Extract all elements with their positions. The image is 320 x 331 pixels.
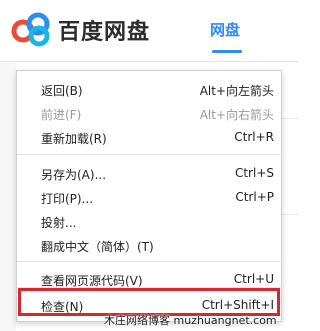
menu-item-shortcut: Alt+向右箭头	[199, 108, 274, 122]
menu-item-save-as[interactable]: 另存为(A)... Ctrl+S	[17, 161, 283, 185]
menu-item-translate[interactable]: 翻成中文（简体）(T)	[17, 233, 283, 257]
app-header: 百度网盘 网盘	[0, 0, 298, 62]
brand-title: 百度网盘	[58, 20, 151, 45]
tab-netdisk[interactable]: 网盘	[210, 19, 240, 40]
menu-item-back[interactable]: 返回(B) Alt+向左箭头	[17, 77, 283, 101]
menu-separator	[17, 261, 283, 262]
menu-item-label: 返回(B)	[41, 84, 83, 98]
screenshot-root: 百度网盘 网盘 返回(B) Alt+向左箭头 前进(F) Alt+向右箭头 重新…	[0, 0, 298, 331]
menu-item-forward[interactable]: 前进(F) Alt+向右箭头	[17, 101, 283, 125]
context-menu: 返回(B) Alt+向左箭头 前进(F) Alt+向右箭头 重新加载(R) Ct…	[16, 70, 283, 322]
menu-item-shortcut: Ctrl+U	[233, 272, 274, 286]
menu-item-shortcut: Ctrl+R	[234, 130, 274, 144]
active-tab-indicator	[212, 50, 242, 53]
menu-item-reload[interactable]: 重新加载(R) Ctrl+R	[17, 125, 283, 149]
menu-separator	[17, 154, 283, 155]
menu-item-shortcut: Alt+向左箭头	[199, 84, 274, 98]
menu-item-label: 前进(F)	[41, 108, 82, 122]
menu-item-shortcut: Ctrl+P	[235, 190, 274, 204]
menu-item-cast[interactable]: 投射...	[17, 209, 283, 233]
menu-item-shortcut: Ctrl+S	[234, 166, 274, 180]
menu-item-label: 另存为(A)...	[41, 168, 107, 182]
background-divider	[282, 118, 298, 119]
menu-item-label: 重新加载(R)	[41, 132, 107, 146]
background-divider	[282, 214, 298, 215]
menu-item-label: 翻成中文（简体）(T)	[41, 240, 154, 254]
baidu-netdisk-logo-icon[interactable]	[10, 11, 52, 47]
menu-item-label: 投射...	[41, 216, 77, 230]
menu-item-label: 打印(P)...	[41, 192, 94, 206]
menu-item-print[interactable]: 打印(P)... Ctrl+P	[17, 185, 283, 209]
watermark-text: 木庄网络博客 muzhuangnet.com	[104, 314, 277, 327]
page-background-left	[0, 63, 16, 331]
